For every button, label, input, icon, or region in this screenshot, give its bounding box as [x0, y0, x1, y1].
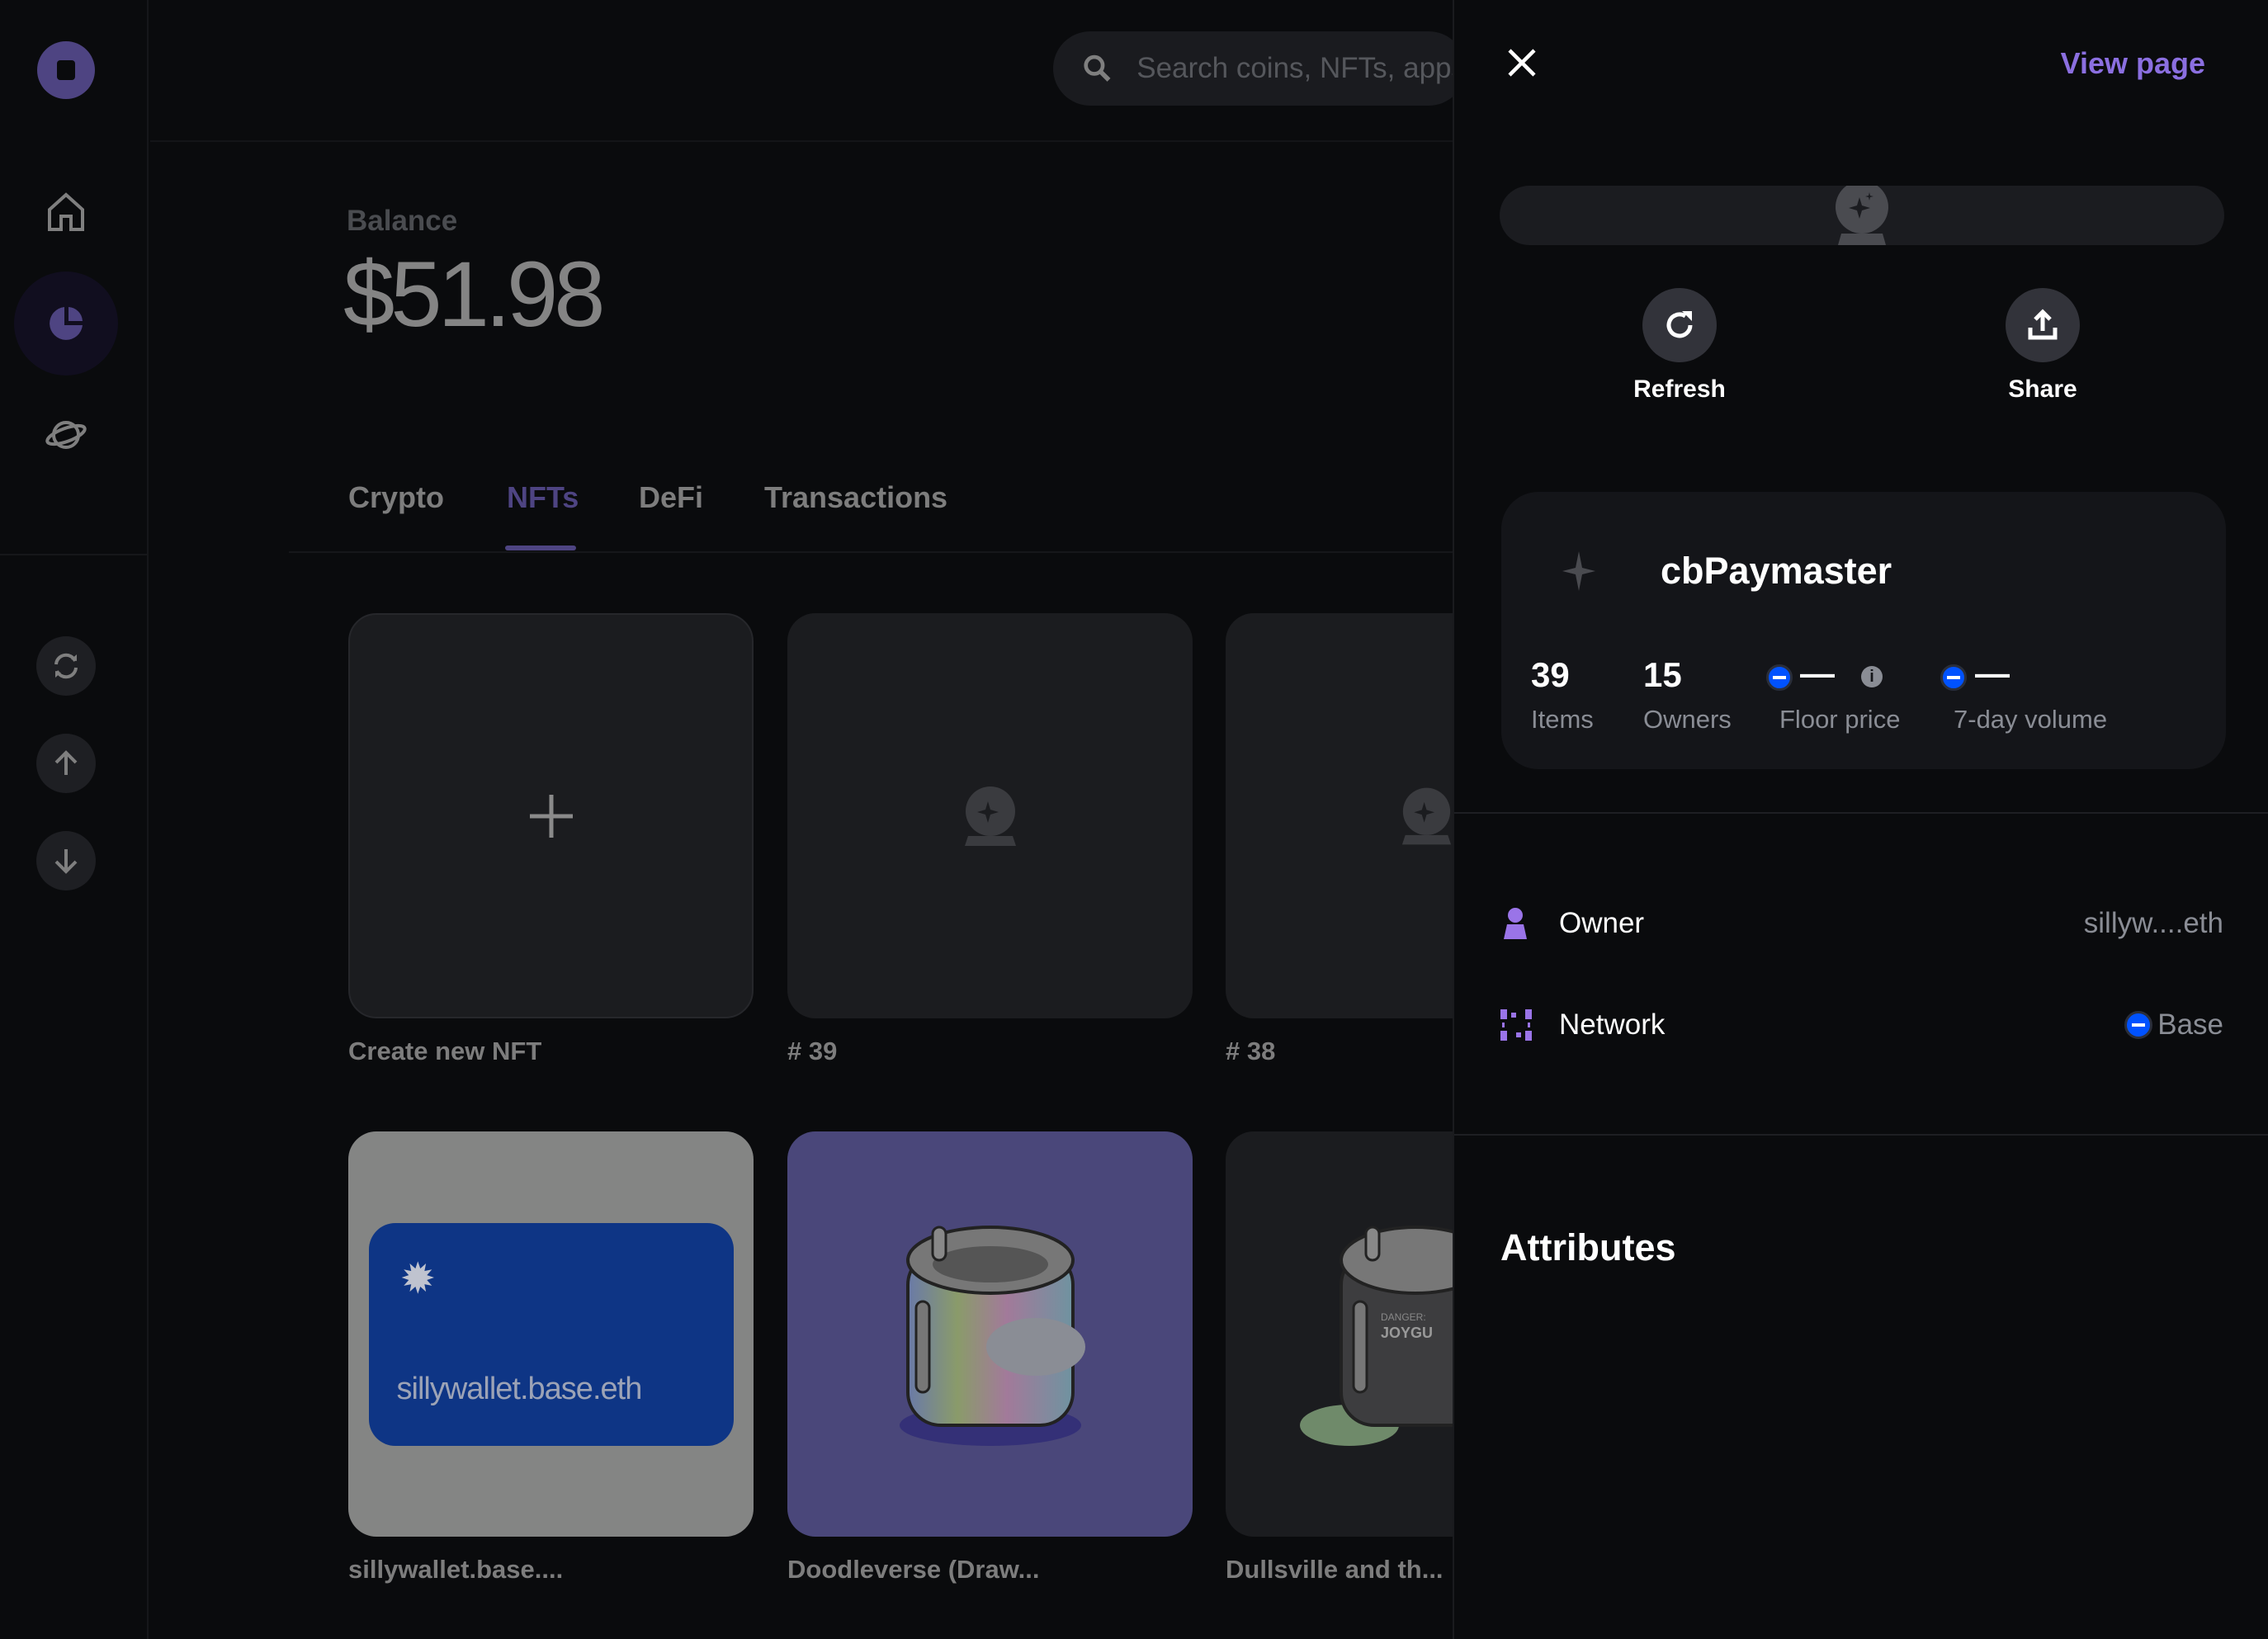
owner-label: Owner — [1559, 907, 1645, 939]
receive-arrow-down-icon[interactable] — [36, 831, 96, 890]
divider — [1454, 812, 2268, 814]
active-tab-indicator — [505, 546, 576, 550]
network-icon — [1500, 1009, 1532, 1041]
sidebar — [0, 0, 149, 1639]
nft-placeholder-icon — [1836, 186, 1888, 245]
swap-icon[interactable] — [36, 636, 96, 696]
search-input[interactable]: Search coins, NFTs, apps — [1053, 31, 1466, 106]
base-network-icon — [1766, 664, 1793, 691]
nft-label: sillywallet.base.... — [348, 1555, 564, 1584]
nft-image — [1500, 186, 2224, 245]
balance-label: Balance — [347, 205, 458, 237]
attributes-heading: Attributes — [1500, 1226, 1676, 1268]
keg-text: DANGER: — [1381, 1311, 1426, 1323]
divider — [1454, 1134, 2268, 1136]
network-value: Base — [2157, 1008, 2223, 1041]
refresh-label: Refresh — [1633, 376, 1726, 403]
nft-card[interactable] — [787, 1131, 1193, 1537]
info-icon[interactable]: i — [1861, 666, 1883, 687]
stat-owners-label: Owners — [1643, 705, 1732, 734]
nft-label: Doodleverse (Draw... — [787, 1555, 1040, 1584]
send-arrow-up-icon[interactable] — [36, 734, 96, 793]
basename-card-image: ✹ sillywallet.base.eth — [368, 1222, 734, 1446]
tab-nfts[interactable]: NFTs — [507, 480, 579, 515]
tab-transactions[interactable]: Transactions — [764, 480, 947, 515]
portfolio-pie-icon[interactable] — [14, 272, 118, 376]
nft-card[interactable]: DANGER: JOYGU — [1226, 1131, 1453, 1537]
logo-icon[interactable] — [37, 41, 95, 99]
stat-volume-value: — — [1975, 654, 2010, 692]
create-nft-card[interactable] — [348, 613, 754, 1018]
base-network-icon — [1940, 664, 1967, 691]
view-page-link[interactable]: View page — [2061, 46, 2205, 81]
nft-placeholder-icon — [964, 786, 1016, 846]
refresh-icon — [1666, 311, 1693, 338]
collection-card: cbPaymaster 39 Items 15 Owners — i Floor… — [1501, 492, 2226, 769]
nft-card[interactable] — [787, 613, 1193, 1018]
search-placeholder: Search coins, NFTs, apps — [1136, 52, 1466, 84]
stat-items-label: Items — [1531, 705, 1594, 734]
plus-icon — [529, 794, 573, 838]
tab-crypto[interactable]: Crypto — [348, 480, 444, 515]
share-label: Share — [2008, 376, 2077, 403]
nft-label: # 38 — [1226, 1037, 1276, 1065]
refresh-button[interactable] — [1642, 288, 1717, 362]
balance-value: $51.98 — [343, 243, 606, 346]
close-icon[interactable] — [1505, 46, 1538, 83]
nft-label: Dullsville and th... — [1226, 1555, 1443, 1584]
nft-label: Create new NFT — [348, 1037, 542, 1065]
explore-planet-icon[interactable] — [45, 414, 87, 460]
nft-detail-panel: View page Refresh Share cbPaymaster 39 I… — [1453, 0, 2268, 1639]
keg-image — [899, 1225, 1085, 1446]
person-icon — [1504, 908, 1527, 939]
nft-label: # 39 — [787, 1037, 838, 1065]
sparkle-icon — [1562, 551, 1595, 591]
home-icon[interactable] — [46, 191, 86, 237]
share-button[interactable] — [2006, 288, 2080, 362]
basename-image-text: sillywallet.base.eth — [396, 1371, 643, 1406]
stat-volume-label: 7-day volume — [1954, 705, 2108, 734]
stat-owners-value: 15 — [1643, 655, 1682, 694]
nft-placeholder-icon — [1401, 787, 1452, 844]
keg-text: JOYGU — [1381, 1324, 1434, 1341]
tabs-divider — [289, 551, 1453, 553]
base-network-icon — [2124, 1011, 2152, 1039]
collection-name: cbPaymaster — [1661, 550, 1892, 592]
stat-floor-value: — — [1800, 654, 1835, 692]
stat-floor-label: Floor price — [1779, 705, 1901, 734]
sidebar-divider — [0, 554, 149, 555]
header-divider — [150, 140, 1453, 142]
share-icon — [2028, 309, 2058, 340]
sun-logo-icon: ✹ — [399, 1254, 437, 1303]
owner-value[interactable]: sillyw....eth — [2084, 907, 2223, 940]
nft-card[interactable] — [1226, 613, 1453, 1018]
tab-defi[interactable]: DeFi — [639, 480, 703, 515]
stat-items-value: 39 — [1531, 655, 1570, 694]
nft-card[interactable]: ✹ sillywallet.base.eth — [348, 1131, 754, 1537]
search-icon — [1084, 54, 1111, 82]
network-label: Network — [1559, 1008, 1666, 1041]
